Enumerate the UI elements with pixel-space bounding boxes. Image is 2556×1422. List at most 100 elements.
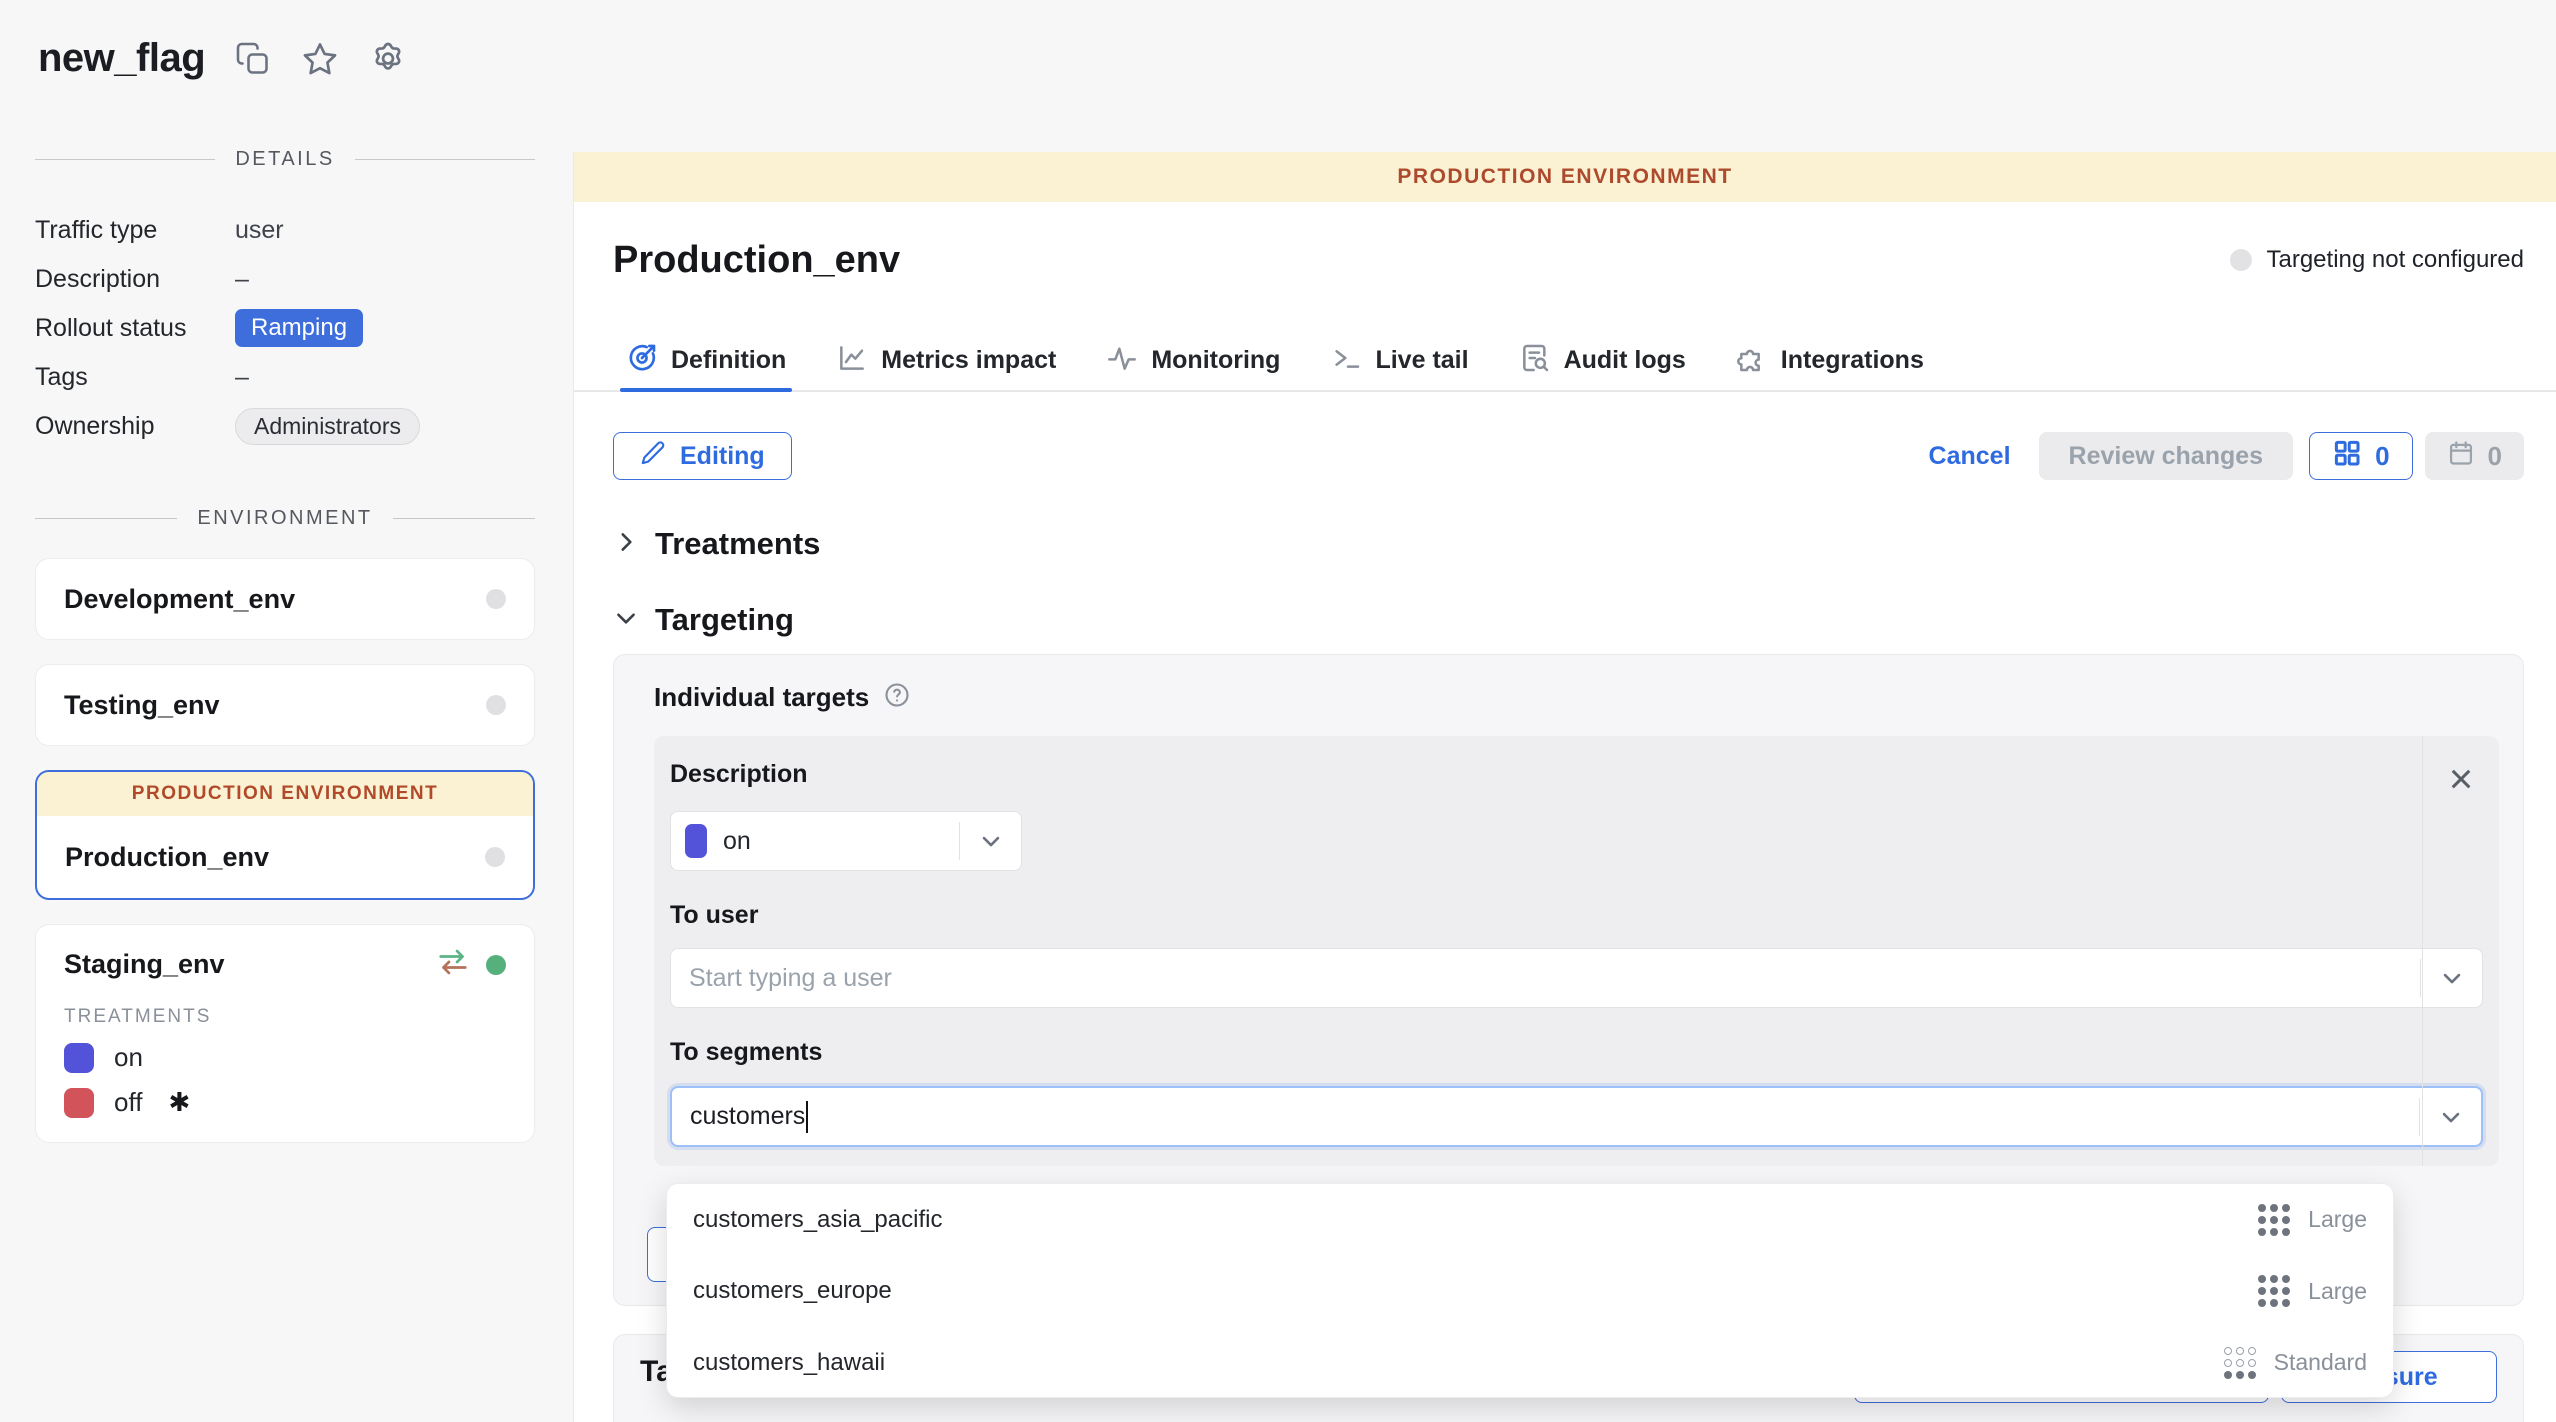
sidebar: DETAILS Traffic type user Description – … — [35, 148, 535, 1143]
treatments-heading-label: Treatments — [655, 526, 820, 562]
tab-label: Definition — [671, 346, 786, 375]
detail-value: – — [235, 265, 249, 294]
treatment-on-swatch — [64, 1043, 94, 1073]
help-icon[interactable] — [883, 681, 911, 714]
detail-row-traffic-type: Traffic type user — [35, 211, 535, 249]
detail-label: Ownership — [35, 412, 235, 441]
treatments-section-toggle[interactable]: Treatments — [613, 526, 2524, 562]
treatment-select-value: on — [723, 827, 751, 856]
treatment-name: off — [114, 1087, 142, 1118]
segment-option-europe[interactable]: customers_europe Large — [667, 1256, 2393, 1328]
tab-metrics-impact[interactable]: Metrics impact — [836, 330, 1056, 390]
segments-dropdown: customers_asia_pacific Large customers_e… — [666, 1183, 2394, 1398]
default-treatment-asterisk-icon: ✱ — [168, 1087, 190, 1118]
targeting-section-toggle[interactable]: Targeting — [613, 602, 2524, 638]
detail-row-tags: Tags – — [35, 358, 535, 396]
tab-monitoring[interactable]: Monitoring — [1106, 330, 1280, 390]
treatment-name: on — [114, 1042, 143, 1073]
app: new_flag DETAILS Traffic type user Descr… — [0, 0, 2556, 1422]
detail-row-ownership: Ownership Administrators — [35, 407, 535, 445]
env-status-dot-active — [486, 955, 506, 975]
segment-name: customers_hawaii — [693, 1349, 885, 1377]
schedule-count: 0 — [2488, 441, 2502, 472]
editing-button[interactable]: Editing — [613, 432, 792, 480]
environment-list: Development_env Testing_env PRODUCTION E… — [35, 558, 535, 1143]
targeting-heading-label: Targeting — [655, 602, 794, 638]
details-divider: DETAILS — [35, 148, 535, 171]
flag-header: new_flag — [38, 36, 407, 81]
tab-definition[interactable]: Definition — [626, 330, 786, 390]
rollout-status-badge: Ramping — [235, 309, 363, 347]
segment-size: Large — [2308, 1206, 2367, 1233]
schedule-counter-button[interactable]: 0 — [2425, 432, 2524, 480]
treatment-on-row: on — [64, 1042, 506, 1073]
production-environment-banner: PRODUCTION ENVIRONMENT — [574, 152, 2556, 202]
details-heading: DETAILS — [235, 148, 334, 171]
env-name: Development_env — [64, 584, 295, 615]
environment-heading: ENVIRONMENT — [197, 507, 372, 530]
env-card-production[interactable]: PRODUCTION ENVIRONMENT Production_env — [35, 770, 535, 900]
main-panel: PRODUCTION ENVIRONMENT Production_env Ta… — [573, 152, 2556, 1422]
detail-value: user — [235, 216, 284, 245]
tab-label: Integrations — [1781, 346, 1924, 375]
segment-name: customers_asia_pacific — [693, 1206, 942, 1234]
close-icon[interactable]: × — [2449, 758, 2474, 1166]
status-dot — [2230, 249, 2252, 271]
tab-label: Audit logs — [1564, 346, 1686, 375]
target-card-actions: × — [2422, 736, 2499, 1166]
segment-option-hawaii[interactable]: customers_hawaii Standard — [667, 1327, 2393, 1398]
chevron-right-icon — [613, 529, 639, 560]
detail-label: Rollout status — [35, 314, 235, 343]
tab-bar: Definition Metrics impact Monitoring — [574, 330, 2556, 392]
env-name: Testing_env — [64, 690, 220, 721]
gear-icon[interactable] — [369, 40, 407, 78]
page-title: new_flag — [38, 36, 205, 81]
targeting-status-label: Targeting not configured — [2266, 246, 2524, 274]
chevron-down-icon — [959, 822, 1021, 860]
tab-label: Live tail — [1375, 346, 1468, 375]
production-env-banner: PRODUCTION ENVIRONMENT — [37, 772, 533, 816]
standard-segment-icon — [2224, 1347, 2256, 1379]
to-segments-input[interactable]: customers — [670, 1086, 2483, 1147]
to-user-placeholder: Start typing a user — [689, 964, 892, 993]
terminal-icon — [1330, 342, 1362, 379]
targeting-status: Targeting not configured — [2230, 246, 2524, 274]
environment-title: Production_env — [613, 239, 900, 282]
tab-live-tail[interactable]: Live tail — [1330, 330, 1468, 390]
review-changes-button[interactable]: Review changes — [2039, 432, 2294, 480]
pulse-icon — [1106, 342, 1138, 379]
segment-option-asia-pacific[interactable]: customers_asia_pacific Large — [667, 1184, 2393, 1256]
treatment-off-swatch — [64, 1088, 94, 1118]
env-status-dot — [486, 589, 506, 609]
detail-row-rollout-status: Rollout status Ramping — [35, 309, 535, 347]
grid-icon — [2332, 438, 2362, 475]
environment-divider: ENVIRONMENT — [35, 507, 535, 530]
metrics-chart-icon — [836, 342, 868, 379]
changes-counter-button[interactable]: 0 — [2309, 432, 2412, 480]
star-icon[interactable] — [301, 40, 339, 78]
editing-label: Editing — [680, 442, 765, 471]
tab-label: Monitoring — [1151, 346, 1280, 375]
treatment-off-row: off ✱ — [64, 1087, 506, 1118]
detail-value: – — [235, 363, 249, 392]
text-caret — [806, 1101, 808, 1133]
tab-integrations[interactable]: Integrations — [1736, 330, 1924, 390]
tab-label: Metrics impact — [881, 346, 1056, 375]
treatment-select[interactable]: on — [670, 811, 1022, 871]
cancel-link[interactable]: Cancel — [1929, 442, 2011, 471]
edit-toolbar: Editing Cancel Review changes 0 — [613, 432, 2524, 480]
env-status-dot — [486, 695, 506, 715]
copy-icon[interactable] — [235, 41, 271, 77]
ownership-pill[interactable]: Administrators — [235, 408, 420, 445]
audit-log-icon — [1519, 342, 1551, 379]
detail-row-description: Description – — [35, 260, 535, 298]
env-card-staging[interactable]: Staging_env TREATMENTS on off — [35, 924, 535, 1143]
to-user-input[interactable]: Start typing a user — [670, 948, 2483, 1008]
swap-arrows-icon — [436, 947, 470, 982]
env-card-development[interactable]: Development_env — [35, 558, 535, 640]
tab-audit-logs[interactable]: Audit logs — [1519, 330, 1686, 390]
details-rows: Traffic type user Description – Rollout … — [35, 211, 535, 445]
env-card-testing[interactable]: Testing_env — [35, 664, 535, 746]
segment-name: customers_europe — [693, 1277, 892, 1305]
pencil-icon — [640, 439, 667, 473]
